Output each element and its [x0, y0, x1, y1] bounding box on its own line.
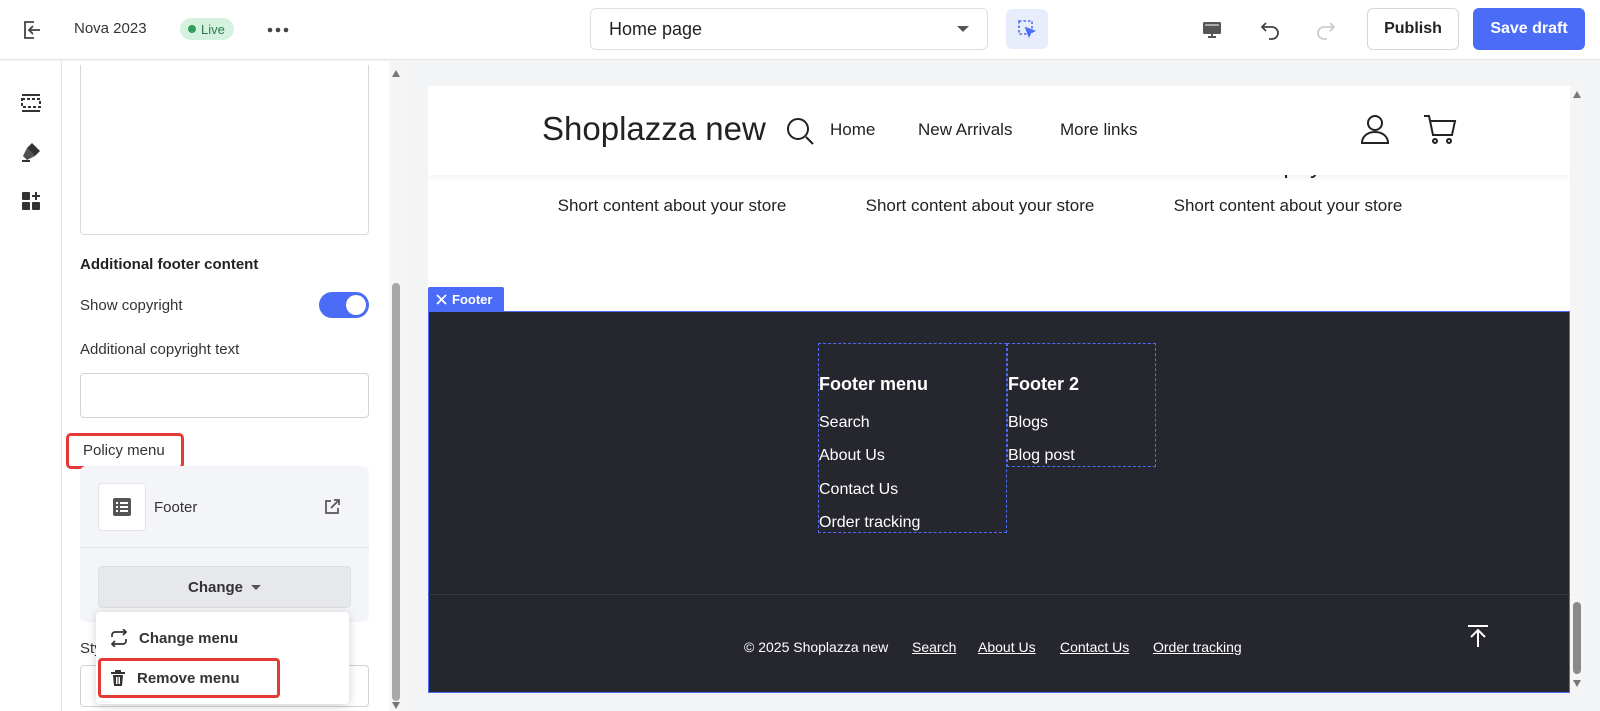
scrollbar-thumb[interactable] [1573, 602, 1581, 674]
feature-text: Short content about your store [557, 196, 787, 215]
policy-menu-card: Footer Change [80, 466, 369, 622]
save-draft-button[interactable]: Save draft [1473, 8, 1585, 50]
policy-link[interactable]: Search [912, 639, 956, 655]
exit-icon[interactable] [20, 18, 44, 42]
change-menu-button[interactable]: Change [98, 566, 351, 608]
live-dot-icon [188, 25, 196, 33]
footer-divider [428, 594, 1570, 595]
page-selector-value: Home page [609, 18, 703, 39]
footer-link[interactable]: Blog post [1008, 447, 1075, 465]
top-bar: Nova 2023 Live Home page Publish Save dr… [0, 0, 1600, 60]
nav-home[interactable]: Home [830, 120, 875, 140]
footer-section-tag[interactable]: Footer [428, 287, 504, 311]
desktop-icon[interactable] [1198, 16, 1226, 44]
site-logo[interactable]: Shoplazza new [542, 110, 766, 148]
page-selector[interactable]: Home page [590, 8, 988, 50]
policy-link[interactable]: About Us [978, 639, 1036, 655]
change-menu-option[interactable]: Change menu [96, 618, 349, 658]
redo-icon[interactable] [1312, 16, 1340, 44]
trash-icon [111, 670, 125, 686]
additional-copyright-input[interactable] [80, 373, 369, 418]
footer-link[interactable]: Blogs [1008, 414, 1048, 432]
scrollbar-thumb[interactable] [392, 283, 400, 701]
left-icon-rail [0, 61, 62, 711]
undo-icon[interactable] [1256, 16, 1284, 44]
footer-column-title: Footer menu [819, 374, 929, 394]
store-name: Nova 2023 [74, 20, 147, 37]
copyright-text: © 2025 Shoplazza new [744, 639, 889, 655]
site-header: Shoplazza new Home New Arrivals More lin… [428, 86, 1570, 175]
change-menu-dropdown: Change menu Remove menu [96, 612, 349, 704]
more-options-icon[interactable] [264, 18, 292, 42]
footer-column-2[interactable]: Footer 2 Blogs Blog post [1007, 343, 1156, 467]
nav-more-links[interactable]: More links [1060, 120, 1137, 140]
scroll-down-arrow-icon[interactable] [392, 702, 400, 709]
swap-icon [110, 629, 128, 647]
store-preview: Shoplazza new Home New Arrivals More lin… [428, 86, 1570, 693]
live-status-badge: Live [180, 18, 234, 40]
policy-menu-label: Policy menu [66, 433, 184, 469]
toggle-knob [346, 295, 366, 315]
menu-list-icon [98, 483, 146, 531]
caret-down-icon [251, 584, 261, 590]
policy-link[interactable]: Contact Us [1060, 639, 1129, 655]
footer-tag-label: Footer [452, 291, 493, 307]
divider [80, 547, 369, 548]
external-link-icon[interactable] [322, 497, 342, 517]
inspect-select-icon[interactable] [1006, 9, 1048, 49]
footer-link[interactable]: Order tracking [819, 514, 920, 532]
apps-add-icon[interactable] [17, 187, 45, 215]
panel-scrollbar[interactable] [389, 61, 404, 711]
back-to-top-icon[interactable] [1465, 623, 1491, 649]
additional-footer-content-heading: Additional footer content [80, 256, 259, 273]
footer-link[interactable]: Search [819, 414, 870, 432]
sections-icon[interactable] [17, 89, 45, 117]
footer-column-title: Footer 2 [1008, 374, 1080, 394]
scroll-up-arrow-icon[interactable] [1573, 91, 1581, 98]
additional-copyright-label: Additional copyright text [80, 341, 240, 358]
change-menu-label: Change menu [139, 629, 239, 647]
footer-column-menu[interactable]: Footer menu Search About Us Contact Us O… [818, 343, 1007, 533]
account-icon[interactable] [1359, 113, 1391, 145]
footer-link[interactable]: Contact Us [819, 481, 898, 499]
publish-button[interactable]: Publish [1367, 8, 1459, 50]
feature-text: Short content about your store [1173, 196, 1403, 215]
footer-link[interactable]: About Us [819, 447, 885, 465]
show-copyright-toggle[interactable] [319, 292, 369, 318]
live-badge-label: Live [201, 21, 225, 37]
show-copyright-label: Show copyright [80, 297, 183, 314]
chevron-down-icon [957, 26, 969, 32]
theme-style-brush-icon[interactable] [17, 138, 45, 166]
search-icon[interactable] [785, 116, 815, 146]
scroll-down-arrow-icon[interactable] [1573, 680, 1581, 687]
preview-scrollbar[interactable] [1570, 86, 1584, 693]
feature-text: Short content about your store [865, 196, 1095, 215]
content-textarea[interactable] [80, 65, 369, 235]
remove-menu-option[interactable]: Remove menu [98, 658, 280, 698]
close-icon[interactable] [436, 293, 447, 305]
selected-menu-name: Footer [154, 499, 198, 516]
cart-icon[interactable] [1423, 113, 1457, 145]
footer-section[interactable]: Footer menu Search About Us Contact Us O… [428, 311, 1570, 693]
remove-menu-label: Remove menu [137, 669, 240, 687]
scroll-up-arrow-icon[interactable] [392, 70, 400, 77]
policy-link[interactable]: Order tracking [1153, 639, 1242, 655]
nav-new-arrivals[interactable]: New Arrivals [918, 120, 1012, 140]
change-button-label: Change [187, 578, 243, 596]
